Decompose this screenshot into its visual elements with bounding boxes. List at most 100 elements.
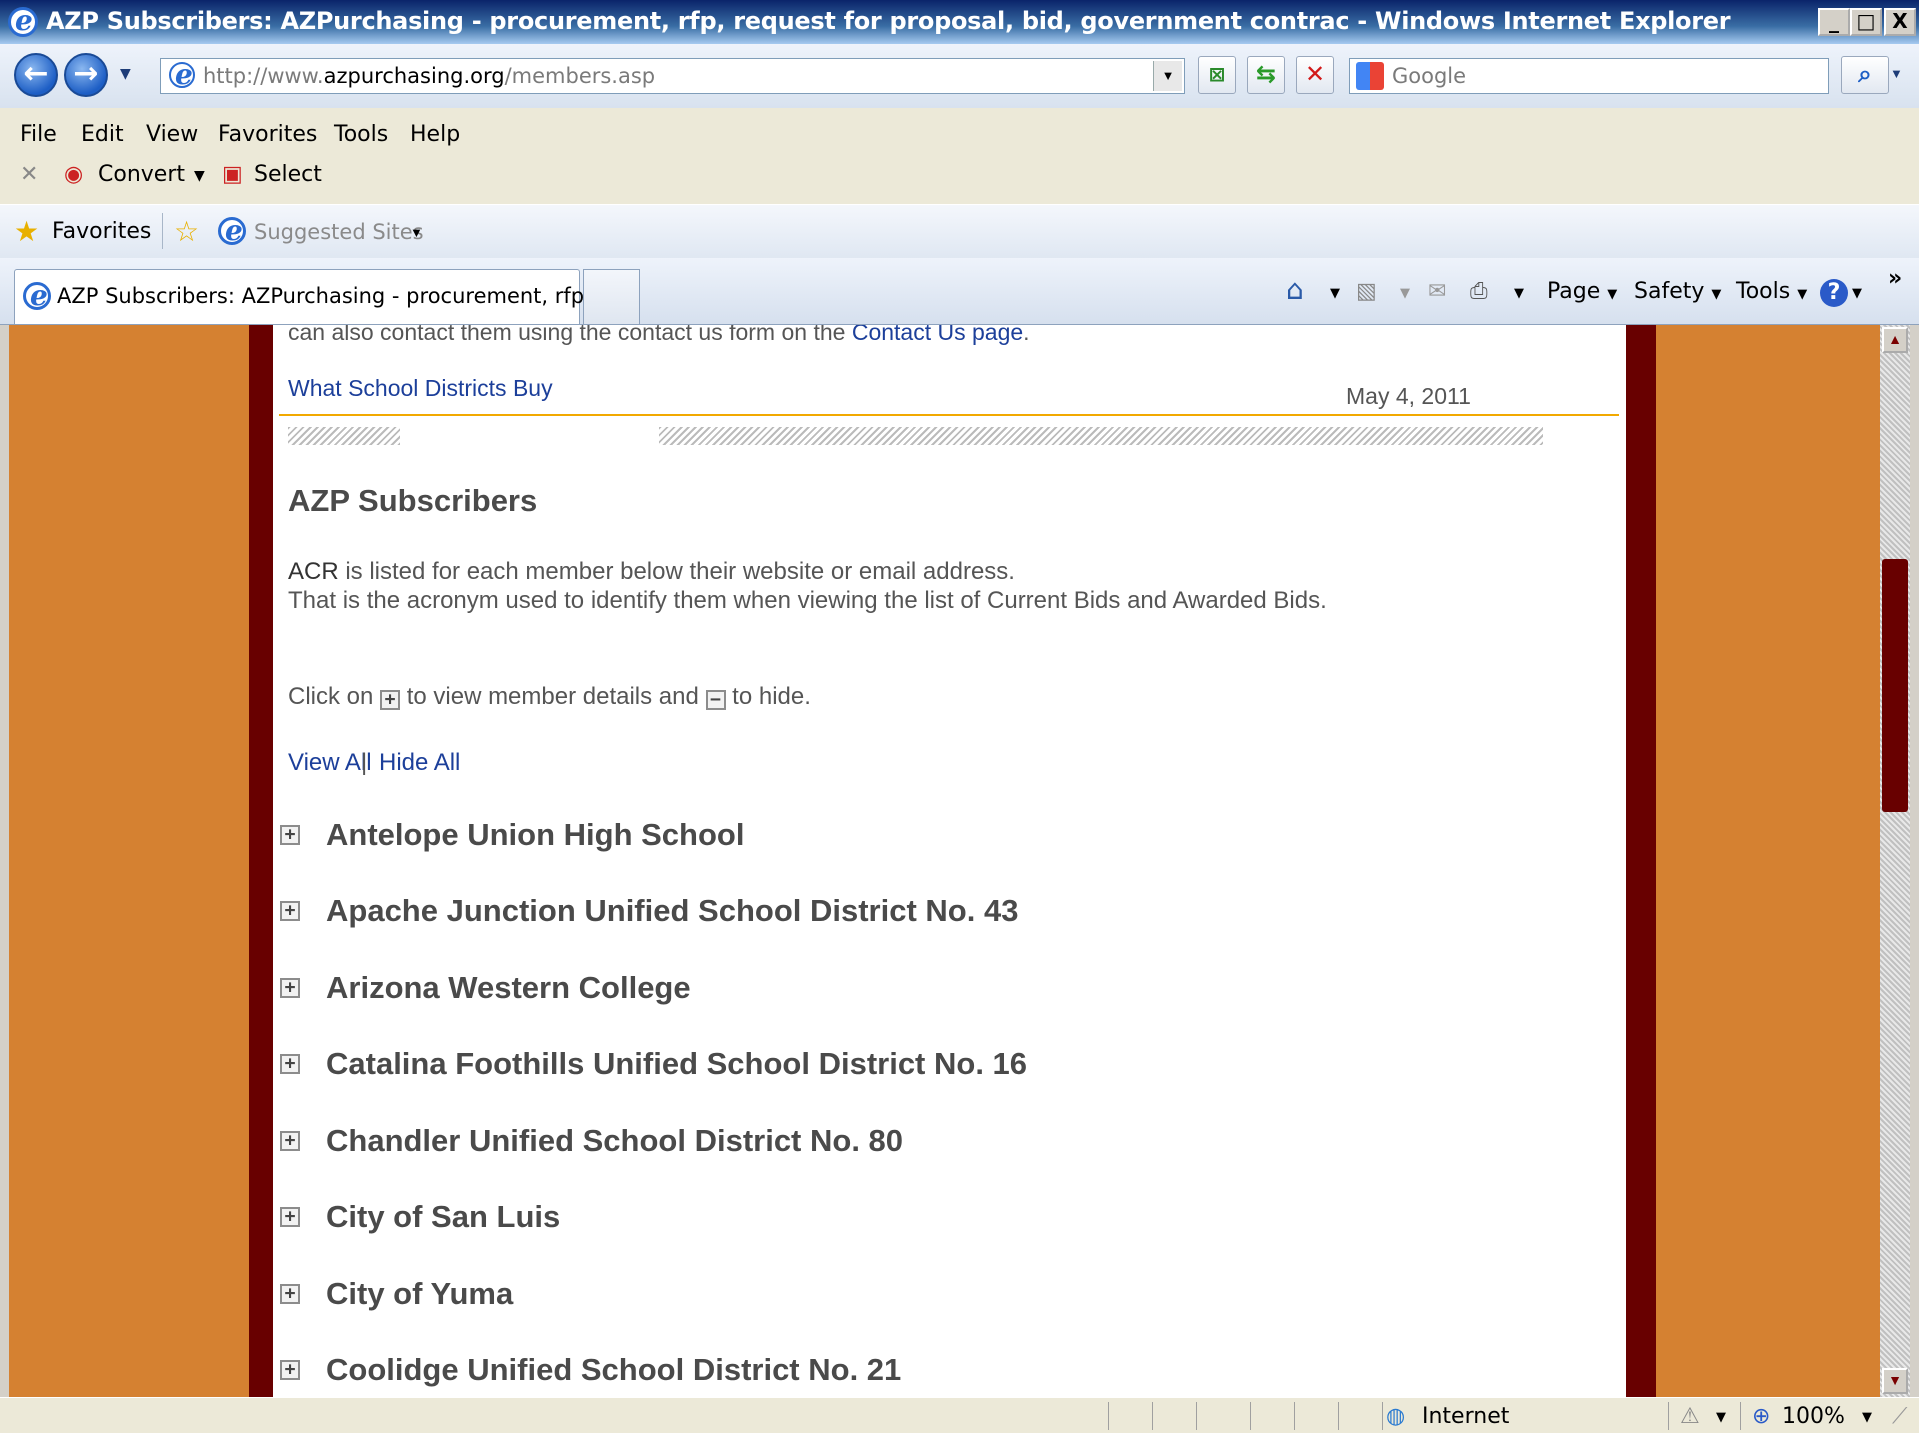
expand-icon[interactable]: +	[280, 825, 300, 845]
feeds-dropdown-icon[interactable]: ▼	[1400, 286, 1410, 301]
home-icon[interactable]: ⌂	[1286, 273, 1304, 306]
address-dropdown-icon[interactable]: ▼	[1153, 61, 1182, 91]
favorites-button[interactable]: Favorites	[52, 219, 151, 244]
menu-edit[interactable]: Edit	[81, 122, 124, 147]
stop-icon[interactable]: ✕	[1296, 56, 1334, 94]
back-button[interactable]: ←	[14, 53, 58, 97]
page-viewport: can also contact them using the contact …	[9, 325, 1880, 1397]
member-name[interactable]: Coolidge Unified School District No. 21	[326, 1352, 901, 1396]
close-button[interactable]: X	[1884, 8, 1916, 36]
print-icon[interactable]: ⎙	[1470, 279, 1488, 304]
menu-file[interactable]: File	[20, 122, 57, 147]
hide-all-link[interactable]: Hide All	[379, 749, 460, 777]
instruction-to-view: to view member details and	[400, 683, 706, 710]
expand-icon[interactable]: +	[280, 1360, 300, 1380]
expand-icon[interactable]: +	[280, 1284, 300, 1304]
tab-title: AZP Subscribers: AZPurchasing - procurem…	[57, 284, 639, 308]
member-name[interactable]: Antelope Union High School	[326, 817, 744, 853]
expand-icon[interactable]: +	[280, 901, 300, 921]
expand-icon[interactable]: +	[280, 978, 300, 998]
status-divider	[1250, 1402, 1251, 1430]
page-menu[interactable]: Page ▼	[1547, 279, 1617, 304]
contact-us-link[interactable]: Contact Us page	[852, 325, 1023, 345]
member-name[interactable]: Catalina Foothills Unified School Distri…	[326, 1046, 1027, 1082]
recent-pages-dropdown-icon[interactable]: ▼	[120, 66, 131, 82]
menu-favorites[interactable]: Favorites	[218, 122, 317, 147]
safety-menu[interactable]: Safety ▼	[1634, 279, 1721, 304]
tools-menu[interactable]: Tools ▼	[1736, 279, 1807, 304]
select-button[interactable]: Select	[254, 162, 322, 187]
status-divider	[1108, 1402, 1109, 1430]
refresh-icon[interactable]: ⇆	[1247, 56, 1285, 94]
tab-active[interactable]: AZP Subscribers: AZPurchasing - procurem…	[14, 269, 639, 324]
status-divider	[1668, 1402, 1669, 1430]
status-bar: ◍ Internet ⚠ ▼ ⊕ 100% ▼ ⟋	[0, 1397, 1919, 1433]
search-button[interactable]: ⌕	[1841, 56, 1889, 94]
contact-period: .	[1023, 325, 1030, 345]
member-name[interactable]: Arizona Western College	[326, 970, 691, 1006]
home-dropdown-icon[interactable]: ▼	[1330, 286, 1340, 301]
expand-icon[interactable]: +	[280, 1131, 300, 1151]
read-mail-icon[interactable]: ✉	[1428, 279, 1446, 304]
close-toolbar-icon[interactable]: ✕	[20, 162, 38, 187]
more-commands-icon[interactable]: »	[1888, 266, 1902, 291]
scroll-up-button[interactable]: ▲	[1882, 327, 1908, 353]
convert-dropdown-icon[interactable]: ▼	[194, 168, 205, 184]
page-menu-label: Page	[1547, 279, 1601, 304]
compatibility-view-icon[interactable]: ⊠	[1198, 56, 1236, 94]
zoom-level[interactable]: 100%	[1782, 1404, 1845, 1429]
favorites-star-icon: ★	[14, 216, 40, 247]
member-name[interactable]: Apache Junction Unified School District …	[326, 893, 1018, 929]
url-domain: azpurchasing.org	[323, 64, 505, 88]
url-path: /members.asp	[504, 64, 656, 88]
protected-mode-icon[interactable]: ⚠	[1680, 1404, 1700, 1429]
vertical-scrollbar[interactable]	[1880, 325, 1910, 1397]
member-name[interactable]: Chandler Unified School District No. 80	[326, 1123, 903, 1159]
feeds-icon[interactable]: ▧	[1356, 279, 1377, 304]
menu-help[interactable]: Help	[410, 122, 460, 147]
search-input[interactable]: Google	[1349, 58, 1829, 94]
help-dropdown-icon[interactable]: ▼	[1852, 286, 1862, 301]
date-label: May 4, 2011	[1346, 383, 1471, 409]
expand-icon[interactable]: +	[280, 1054, 300, 1074]
new-tab-button[interactable]	[583, 269, 640, 324]
convert-icon: ◉	[64, 162, 84, 187]
suggested-sites-icon	[218, 214, 246, 247]
member-name[interactable]: City of Yuma	[326, 1276, 513, 1312]
ie-logo-icon	[8, 4, 38, 37]
menu-tools[interactable]: Tools	[334, 122, 388, 147]
status-divider	[1338, 1402, 1339, 1430]
resize-grip-icon[interactable]: ⟋	[1892, 1404, 1907, 1429]
help-icon[interactable]: ?	[1820, 279, 1848, 307]
add-favorite-icon[interactable]: ☆	[174, 215, 199, 248]
security-zone-label: Internet	[1422, 1404, 1510, 1429]
menu-view[interactable]: View	[146, 122, 198, 147]
protected-mode-dropdown-icon[interactable]: ▼	[1716, 1410, 1726, 1425]
scroll-down-button[interactable]: ▼	[1882, 1368, 1908, 1394]
page-title: AZP Subscribers	[288, 483, 538, 518]
expand-icon[interactable]: +	[280, 1207, 300, 1227]
select-icon: ▣	[222, 162, 243, 187]
view-all-link[interactable]: View All	[288, 749, 372, 777]
status-divider	[1382, 1402, 1383, 1430]
suggested-sites-button[interactable]: Suggested Sites	[254, 220, 424, 244]
minimize-button[interactable]: _	[1818, 8, 1850, 36]
forward-button[interactable]: →	[64, 53, 108, 97]
content-panel: can also contact them using the contact …	[273, 325, 1626, 1397]
what-school-districts-buy-link[interactable]: What School Districts Buy	[288, 375, 553, 402]
acr-text: is listed for each member below their we…	[338, 558, 1015, 585]
favorites-divider	[162, 213, 163, 249]
scrollbar-thumb[interactable]	[1882, 559, 1908, 812]
suggested-sites-dropdown-icon[interactable]: ▼	[410, 225, 423, 240]
status-divider	[1740, 1402, 1741, 1430]
status-divider	[1196, 1402, 1197, 1430]
zoom-dropdown-icon[interactable]: ▼	[1862, 1410, 1872, 1425]
print-dropdown-icon[interactable]: ▼	[1514, 286, 1524, 301]
search-options-icon[interactable]: ▼	[1890, 66, 1903, 81]
address-input[interactable]: http://www.azpurchasing.org/members.asp …	[160, 58, 1185, 94]
convert-button[interactable]: Convert	[98, 162, 185, 187]
member-name[interactable]: City of San Luis	[326, 1199, 560, 1235]
maximize-button[interactable]: □	[1850, 8, 1882, 36]
left-frame-bar	[249, 325, 273, 1397]
instruction-click-on: Click on	[288, 683, 381, 710]
